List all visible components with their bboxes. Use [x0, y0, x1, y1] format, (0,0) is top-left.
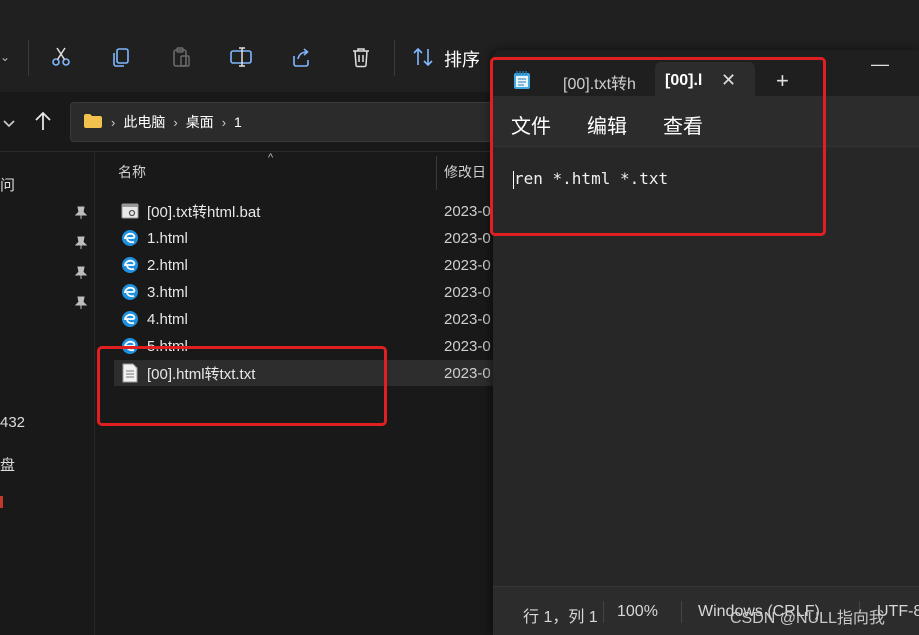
pane-divider [94, 152, 95, 635]
annotation-box-file [97, 346, 387, 426]
file-date: 2023-0 [444, 364, 491, 382]
file-row[interactable]: [00].txt转html.bat 2023-0 [114, 198, 524, 224]
pin-icon [74, 296, 88, 310]
sort-ascending-icon: ^ [268, 152, 274, 164]
status-divider [603, 601, 604, 623]
file-row[interactable]: 3.html 2023-0 [114, 279, 524, 305]
paste-icon[interactable] [167, 42, 195, 72]
file-name: 2.html [147, 256, 188, 274]
copy-icon[interactable] [107, 42, 135, 72]
rename-icon[interactable] [227, 42, 255, 72]
file-date: 2023-0 [444, 310, 491, 328]
file-row[interactable]: 2.html 2023-0 [114, 252, 524, 278]
sort-button[interactable]: 排序 [412, 44, 480, 74]
column-header-name[interactable]: 名称 [118, 162, 146, 182]
edge-html-icon [120, 282, 140, 302]
chevron-right-icon: › [111, 114, 116, 130]
toolbar-divider [394, 40, 395, 76]
status-cursor-position: 行 1，列 1 [523, 609, 598, 626]
file-name: 4.html [147, 310, 188, 328]
file-date: 2023-0 [444, 283, 491, 301]
watermark: CSDN @NULL指向我 [730, 610, 885, 627]
file-date: 2023-0 [444, 229, 491, 247]
chevron-down-icon[interactable]: ⌄ [0, 50, 10, 64]
navigation-pane: 问 432 盘 [0, 152, 95, 635]
file-row[interactable]: 1.html 2023-0 [114, 225, 524, 251]
chevron-right-icon: › [221, 114, 227, 130]
edge-html-icon [120, 228, 140, 248]
sort-icon [412, 47, 434, 72]
edge-html-icon [120, 255, 140, 275]
up-arrow-icon[interactable] [34, 110, 52, 137]
file-name: 3.html [147, 283, 188, 301]
breadcrumb-this-pc[interactable]: 此电脑 [123, 112, 165, 132]
column-divider[interactable] [436, 156, 437, 190]
chevron-down-icon[interactable] [2, 116, 16, 134]
file-date: 2023-0 [444, 337, 491, 355]
edge-html-icon [120, 309, 140, 329]
share-icon[interactable] [287, 42, 315, 72]
toolbar-divider [28, 40, 29, 76]
file-name: 1.html [147, 229, 188, 247]
delete-icon[interactable] [347, 42, 375, 72]
pin-icon [74, 266, 88, 280]
file-row[interactable]: 4.html 2023-0 [114, 306, 524, 332]
pin-icon [74, 236, 88, 250]
cut-icon[interactable] [47, 42, 75, 72]
file-date: 2023-0 [444, 256, 491, 274]
bat-file-icon [120, 201, 140, 221]
sidebar-marker [0, 496, 3, 508]
breadcrumb-folder-1[interactable]: 1 [234, 114, 242, 130]
column-header-modified[interactable]: 修改日 [444, 162, 486, 182]
sidebar-item-access[interactable]: 问 [0, 174, 15, 195]
folder-icon [83, 113, 103, 132]
sidebar-item-drive[interactable]: 432 [0, 414, 25, 431]
sort-label: 排序 [444, 50, 480, 70]
breadcrumb-desktop[interactable]: 桌面 [186, 112, 214, 132]
status-divider [681, 601, 682, 623]
pin-icon [74, 206, 88, 220]
annotation-box-notepad [490, 57, 826, 236]
minimize-icon[interactable]: — [871, 54, 889, 75]
file-date: 2023-0 [444, 202, 491, 220]
sidebar-item-disk[interactable]: 盘 [0, 454, 15, 475]
chevron-right-icon: › [173, 114, 178, 130]
status-zoom[interactable]: 100% [617, 603, 658, 621]
file-name: [00].txt转html.bat [147, 203, 261, 221]
